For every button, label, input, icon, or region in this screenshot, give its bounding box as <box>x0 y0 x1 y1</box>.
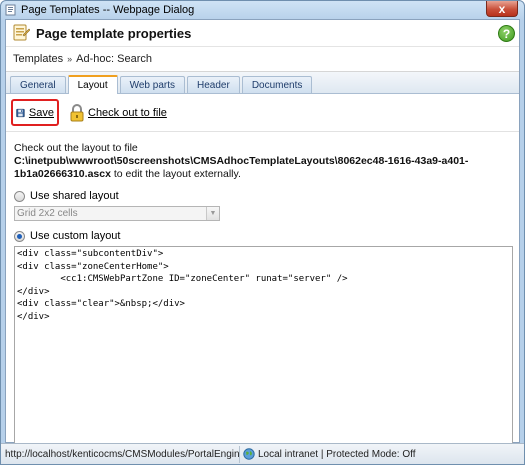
layout-content: Check out the layout to file C:\inetpub\… <box>6 132 519 458</box>
close-button[interactable]: x <box>486 1 518 17</box>
status-bar: http://localhost/kenticocms/CMSModules/P… <box>1 443 524 464</box>
save-button[interactable]: Save <box>11 99 59 126</box>
dialog-window: Page Templates -- Webpage Dialog x Page … <box>0 0 525 465</box>
tab-general[interactable]: General <box>10 76 66 93</box>
info-suffix: to edit the layout externally. <box>110 168 241 180</box>
custom-layout-option[interactable]: Use custom layout <box>14 230 511 242</box>
page-title: Page template properties <box>36 25 192 41</box>
shared-layout-value: Grid 2x2 cells <box>17 208 78 219</box>
info-path: C:\inetpub\wwwroot\50screenshots\CMSAdho… <box>14 155 469 180</box>
breadcrumb-separator: » <box>67 54 73 64</box>
page-template-icon <box>13 24 30 41</box>
custom-layout-radio[interactable] <box>14 230 25 242</box>
save-label[interactable]: Save <box>29 107 54 119</box>
tab-web-parts[interactable]: Web parts <box>119 76 185 93</box>
shared-layout-select[interactable]: Grid 2x2 cells ▼ <box>14 206 220 221</box>
info-prefix: Check out the layout to file <box>14 142 138 154</box>
breadcrumb-item-templates[interactable]: Templates <box>13 53 63 65</box>
shared-layout-option[interactable]: Use shared layout <box>14 190 511 202</box>
title-bar: Page Templates -- Webpage Dialog <box>1 1 524 19</box>
floppy-disk-icon <box>16 108 25 117</box>
shared-layout-radio[interactable] <box>14 190 25 202</box>
tab-header[interactable]: Header <box>187 76 240 93</box>
tab-documents[interactable]: Documents <box>241 76 313 93</box>
checkout-info-text: Check out the layout to file C:\inetpub\… <box>14 142 511 181</box>
tab-layout[interactable]: Layout <box>67 75 118 94</box>
help-glyph: ? <box>502 26 511 41</box>
security-zone-label: Local intranet | Protected Mode: Off <box>258 448 416 460</box>
layout-code-editor[interactable]: <div class="subcontentDiv"> <div class="… <box>14 246 513 458</box>
page-header: Page template properties <box>6 20 519 47</box>
tab-strip: General Layout Web parts Header Document… <box>6 72 519 94</box>
dialog-client-area: Page template properties ? Templates » A… <box>5 19 520 458</box>
breadcrumb: Templates » Ad-hoc: Search <box>6 47 519 72</box>
custom-layout-label: Use custom layout <box>30 230 121 242</box>
chevron-down-icon: ▼ <box>206 207 219 220</box>
checkout-button[interactable]: Check out to file <box>69 103 167 122</box>
help-icon[interactable]: ? <box>498 25 515 42</box>
lock-icon <box>70 103 84 121</box>
checkout-label[interactable]: Check out to file <box>88 107 167 119</box>
status-url: http://localhost/kenticocms/CMSModules/P… <box>5 448 239 460</box>
breadcrumb-item-current: Ad-hoc: Search <box>76 53 152 65</box>
toolbar: Save Check out to file <box>6 94 519 132</box>
page-templates-icon <box>5 4 16 16</box>
close-icon: x <box>498 1 506 16</box>
globe-icon <box>243 448 255 460</box>
security-zone: Local intranet | Protected Mode: Off <box>239 445 416 463</box>
shared-layout-label: Use shared layout <box>30 190 119 202</box>
window-title: Page Templates -- Webpage Dialog <box>21 4 195 16</box>
